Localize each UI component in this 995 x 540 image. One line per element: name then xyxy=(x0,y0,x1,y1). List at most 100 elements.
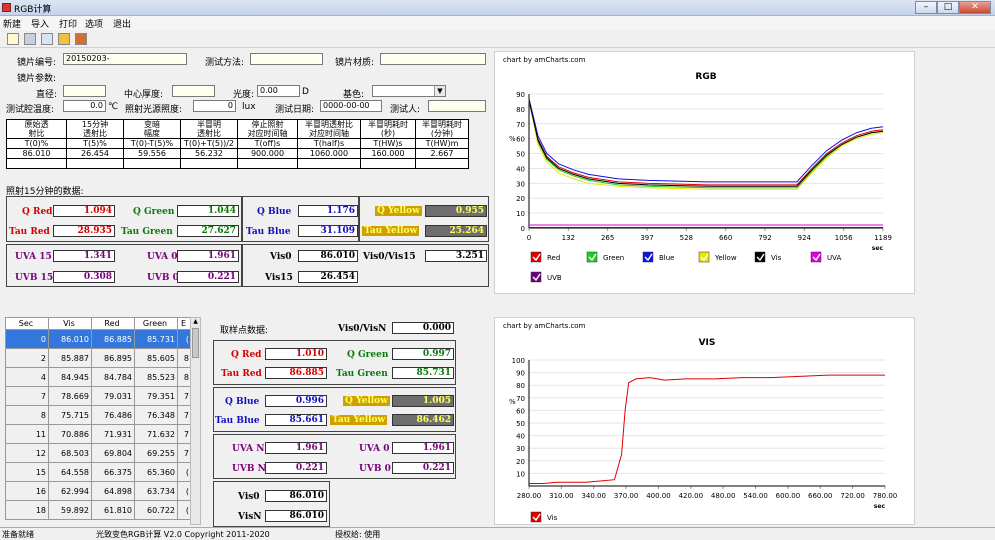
x-tick-label: 400.00 xyxy=(646,492,671,500)
params-cell: 2.667 xyxy=(415,148,469,159)
params-cell: 1060.000 xyxy=(297,148,361,159)
grid-cell[interactable]: 64.898 xyxy=(91,481,135,501)
grid-cell[interactable]: 60.722 xyxy=(134,500,178,520)
table-row[interactable]: 15 64.558 66.375 65.360( xyxy=(5,462,192,482)
grid-cell[interactable]: 8 xyxy=(5,405,49,425)
grid-cell[interactable]: 85.887 xyxy=(48,348,92,368)
print-icon[interactable] xyxy=(41,33,53,45)
grid-cell[interactable]: 76.486 xyxy=(91,405,135,425)
test-method-field[interactable] xyxy=(250,53,323,65)
grid-cell[interactable]: 4 xyxy=(5,367,49,387)
grid-cell[interactable]: 2 xyxy=(5,348,49,368)
sample-uvb0-label: UVB 0 xyxy=(359,464,391,474)
params-value-row: 86.010 26.454 59.556 56.232 900.000 1060… xyxy=(6,148,469,159)
grid-scrollbar[interactable]: ▲ xyxy=(190,317,201,525)
irr15-vis15-label: Vis15 xyxy=(265,273,293,283)
lens-params-label: 镜片参数: xyxy=(17,74,57,84)
lens-no-field[interactable]: 20150203- xyxy=(63,53,187,65)
table-row[interactable]: 12 68.503 69.804 69.255 7 xyxy=(5,443,192,463)
grid-cell[interactable]: 63.734 xyxy=(134,481,178,501)
grid-cell[interactable]: 75.715 xyxy=(48,405,92,425)
grid-cell[interactable]: 62.994 xyxy=(48,481,92,501)
grid-cell[interactable]: 16 xyxy=(5,481,49,501)
grid-cell[interactable]: 15 xyxy=(5,462,49,482)
menu-new[interactable]: 新建 xyxy=(3,17,21,30)
grid-cell[interactable]: 71.632 xyxy=(134,424,178,444)
grid-header[interactable]: Vis xyxy=(48,317,92,330)
grid-cell[interactable]: 65.360 xyxy=(134,462,178,482)
grid-cell[interactable]: 64.558 xyxy=(48,462,92,482)
grid-cell[interactable]: 76.348 xyxy=(134,405,178,425)
x-tick-label: 280.00 xyxy=(517,492,542,500)
grid-cell[interactable]: 69.804 xyxy=(91,443,135,463)
grid-cell[interactable]: 59.892 xyxy=(48,500,92,520)
exit-icon[interactable] xyxy=(75,33,87,45)
grid-cell[interactable]: 7 xyxy=(5,386,49,406)
grid-cell[interactable]: 85.605 xyxy=(134,348,178,368)
grid-header[interactable]: Red xyxy=(91,317,135,330)
series-line-blue xyxy=(528,98,884,183)
table-row[interactable]: 11 70.886 71.931 71.632 7 xyxy=(5,424,192,444)
import-icon[interactable] xyxy=(24,33,36,45)
illum-field[interactable]: 0 xyxy=(193,100,236,112)
tester-field[interactable] xyxy=(428,100,486,112)
sample-tau-green-label: Tau Green xyxy=(336,369,388,379)
sample-visn-label: VisN xyxy=(238,512,262,522)
center-thickness-field[interactable] xyxy=(172,85,215,97)
grid-cell[interactable]: 78.669 xyxy=(48,386,92,406)
grid-cell[interactable]: 18 xyxy=(5,500,49,520)
menu-import[interactable]: 导入 xyxy=(31,17,49,30)
minimize-button[interactable]: – xyxy=(915,1,937,14)
grid-header[interactable]: Green xyxy=(134,317,178,330)
grid-cell[interactable]: 79.031 xyxy=(91,386,135,406)
grid-cell[interactable]: 70.886 xyxy=(48,424,92,444)
options-icon[interactable] xyxy=(58,33,70,45)
new-icon[interactable] xyxy=(7,33,19,45)
power-field[interactable]: 0.00 xyxy=(257,85,300,97)
chamber-temp-field[interactable]: 0.0 xyxy=(63,100,106,112)
grid-cell[interactable]: 61.810 xyxy=(91,500,135,520)
table-row[interactable]: 0 86.010 86.885 85.731( xyxy=(5,329,192,349)
grid-cell[interactable]: 69.255 xyxy=(134,443,178,463)
sample-q-yellow-label: Q Yellow xyxy=(343,396,390,406)
grid-cell[interactable]: 66.375 xyxy=(91,462,135,482)
table-row[interactable]: 8 75.715 76.486 76.348 7 xyxy=(5,405,192,425)
grid-cell[interactable]: 85.731 xyxy=(134,329,178,349)
irr15-tau-blue-value: 31.109 xyxy=(298,225,358,237)
grid-cell[interactable]: 68.503 xyxy=(48,443,92,463)
grid-header[interactable]: Sec xyxy=(5,317,49,330)
table-row[interactable]: 7 78.669 79.031 79.351 7 xyxy=(5,386,192,406)
grid-cell[interactable]: 86.885 xyxy=(91,329,135,349)
grid-cell[interactable]: 84.784 xyxy=(91,367,135,387)
table-row[interactable]: 2 85.887 86.895 85.605 8 xyxy=(5,348,192,368)
table-row[interactable]: 4 84.945 84.784 85.523 8 xyxy=(5,367,192,387)
grid-cell[interactable]: 12 xyxy=(5,443,49,463)
lens-material-field[interactable] xyxy=(380,53,486,65)
close-button[interactable]: ✕ xyxy=(959,1,991,14)
grid-cell[interactable]: 0 xyxy=(5,329,49,349)
chevron-down-icon[interactable]: ▼ xyxy=(434,86,445,96)
diameter-field[interactable] xyxy=(63,85,106,97)
table-row[interactable]: 18 59.892 61.810 60.722( xyxy=(5,500,192,520)
grid-cell[interactable]: 86.010 xyxy=(48,329,92,349)
params-cell: T(5)% xyxy=(66,138,124,149)
menu-exit[interactable]: 退出 xyxy=(113,17,131,30)
x-tick-label: 660.00 xyxy=(808,492,833,500)
title-bar: RGB计算 – □ ✕ xyxy=(0,0,995,16)
grid-cell[interactable]: 84.945 xyxy=(48,367,92,387)
params-symbol-row: T(0)% T(5)% T(0)-T(5)% T(0)+T(5))/2 T(of… xyxy=(6,138,469,149)
grid-cell[interactable]: 86.895 xyxy=(91,348,135,368)
menu-options[interactable]: 选项 xyxy=(85,17,103,30)
test-date-field[interactable]: 0000-00-00 xyxy=(320,100,382,112)
grid-cell[interactable]: 11 xyxy=(5,424,49,444)
scroll-thumb[interactable] xyxy=(192,328,199,358)
data-grid[interactable]: Sec Vis Red Green E 0 86.010 86.885 85.731(… xyxy=(5,317,192,520)
grid-cell[interactable]: 85.523 xyxy=(134,367,178,387)
params-table: 原始透 射比 15分钟 透射比 变暗 幅度 半冒明 透射比 停止照射 对应时间轴 半冒明透… xyxy=(6,119,469,169)
grid-cell[interactable]: 79.351 xyxy=(134,386,178,406)
scroll-up-icon[interactable]: ▲ xyxy=(191,318,200,328)
maximize-button[interactable]: □ xyxy=(937,1,959,14)
table-row[interactable]: 16 62.994 64.898 63.734( xyxy=(5,481,192,501)
menu-print[interactable]: 打印 xyxy=(59,17,77,30)
grid-cell[interactable]: 71.931 xyxy=(91,424,135,444)
